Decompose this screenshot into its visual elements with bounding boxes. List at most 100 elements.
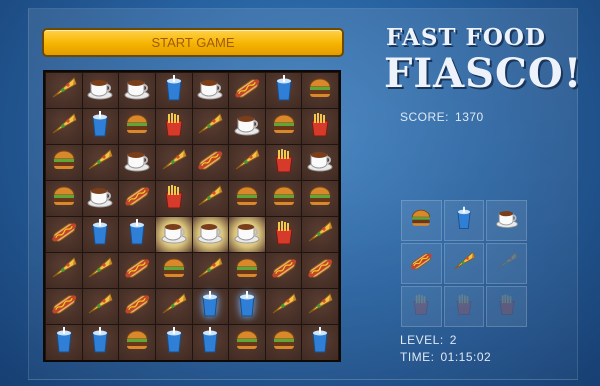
board-cell[interactable]	[192, 325, 229, 360]
coffee-icon	[85, 73, 115, 108]
board-cell[interactable]	[229, 73, 265, 108]
board-cell[interactable]	[119, 217, 155, 252]
hotdog-icon	[49, 289, 79, 324]
soda-icon	[49, 325, 79, 360]
burger-icon	[305, 73, 335, 108]
board-cell[interactable]	[46, 73, 82, 108]
board-cell[interactable]	[229, 325, 265, 360]
board-cell[interactable]	[119, 325, 155, 360]
board-cell[interactable]	[155, 181, 192, 216]
coffee-icon	[85, 181, 115, 216]
board-cell[interactable]	[302, 181, 338, 216]
board-cell[interactable]	[119, 73, 155, 108]
burger-icon	[232, 181, 262, 216]
pizza-icon	[305, 289, 335, 324]
score-label: SCORE:	[400, 110, 450, 124]
pizza-icon	[49, 73, 79, 108]
board-cell[interactable]	[46, 145, 82, 180]
burger-icon	[49, 145, 79, 180]
board-cell[interactable]	[119, 289, 155, 324]
board-cell[interactable]	[119, 109, 155, 144]
pizza-icon	[451, 248, 477, 279]
board-cell[interactable]	[302, 109, 338, 144]
game-title-line1: FAST FOOD	[386, 24, 546, 51]
board-cell[interactable]	[192, 145, 229, 180]
coffee-icon	[494, 205, 520, 236]
pizza-icon	[269, 289, 299, 324]
board-cell[interactable]	[82, 289, 119, 324]
board-cell[interactable]	[265, 325, 302, 360]
board-cell[interactable]	[265, 217, 302, 252]
hotdog-icon	[269, 253, 299, 288]
pizza-icon	[305, 217, 335, 252]
board-cell[interactable]	[155, 217, 192, 252]
board-cell[interactable]	[265, 181, 302, 216]
board-cell[interactable]	[46, 181, 82, 216]
pizza-icon	[159, 289, 189, 324]
board-cell[interactable]	[46, 217, 82, 252]
board-cell[interactable]	[302, 253, 338, 288]
board-cell[interactable]	[82, 73, 119, 108]
board-cell[interactable]	[265, 289, 302, 324]
board-cell[interactable]	[119, 253, 155, 288]
soda-icon	[85, 109, 115, 144]
board-cell[interactable]	[302, 325, 338, 360]
board-cell[interactable]	[192, 217, 229, 252]
soda-icon	[195, 289, 225, 324]
burger-icon	[269, 109, 299, 144]
board-cell[interactable]	[302, 73, 338, 108]
board-cell[interactable]	[192, 253, 229, 288]
fries-icon	[269, 145, 299, 180]
board-cell[interactable]	[82, 325, 119, 360]
preview-slot	[443, 243, 485, 284]
board-cell[interactable]	[265, 145, 302, 180]
board-cell[interactable]	[229, 289, 265, 324]
pizza-icon	[195, 253, 225, 288]
board-cell[interactable]	[265, 73, 302, 108]
burger-icon	[159, 253, 189, 288]
start-game-button[interactable]: START GAME	[42, 28, 344, 57]
board-cell[interactable]	[82, 181, 119, 216]
board-cell[interactable]	[265, 253, 302, 288]
board-cell[interactable]	[229, 145, 265, 180]
board-cell[interactable]	[265, 109, 302, 144]
hotdog-icon	[305, 253, 335, 288]
board-cell[interactable]	[229, 181, 265, 216]
board-cell[interactable]	[302, 145, 338, 180]
board-cell[interactable]	[155, 253, 192, 288]
board-cell[interactable]	[302, 217, 338, 252]
burger-icon	[49, 181, 79, 216]
coffee-icon	[232, 109, 262, 144]
hotdog-icon	[408, 248, 434, 279]
board-cell[interactable]	[46, 289, 82, 324]
board-cell[interactable]	[155, 289, 192, 324]
board-cell[interactable]	[192, 109, 229, 144]
board-cell[interactable]	[82, 217, 119, 252]
board-cell[interactable]	[82, 145, 119, 180]
board-cell[interactable]	[155, 73, 192, 108]
board-cell[interactable]	[229, 253, 265, 288]
board-cell[interactable]	[192, 73, 229, 108]
board-cell[interactable]	[82, 253, 119, 288]
board-cell[interactable]	[155, 325, 192, 360]
soda-icon	[85, 325, 115, 360]
fries-icon	[408, 291, 434, 322]
board-cell[interactable]	[229, 109, 265, 144]
board-cell[interactable]	[155, 109, 192, 144]
soda-icon	[122, 217, 152, 252]
soda-icon	[305, 325, 335, 360]
board-cell[interactable]	[229, 217, 265, 252]
board-cell[interactable]	[192, 181, 229, 216]
pizza-icon	[494, 248, 520, 279]
board-cell[interactable]	[192, 289, 229, 324]
board-cell[interactable]	[82, 109, 119, 144]
coffee-icon	[122, 73, 152, 108]
board-cell[interactable]	[302, 289, 338, 324]
board-cell[interactable]	[119, 181, 155, 216]
board-cell[interactable]	[119, 145, 155, 180]
board-cell[interactable]	[155, 145, 192, 180]
pizza-icon	[85, 289, 115, 324]
board-cell[interactable]	[46, 325, 82, 360]
board-cell[interactable]	[46, 109, 82, 144]
board-cell[interactable]	[46, 253, 82, 288]
